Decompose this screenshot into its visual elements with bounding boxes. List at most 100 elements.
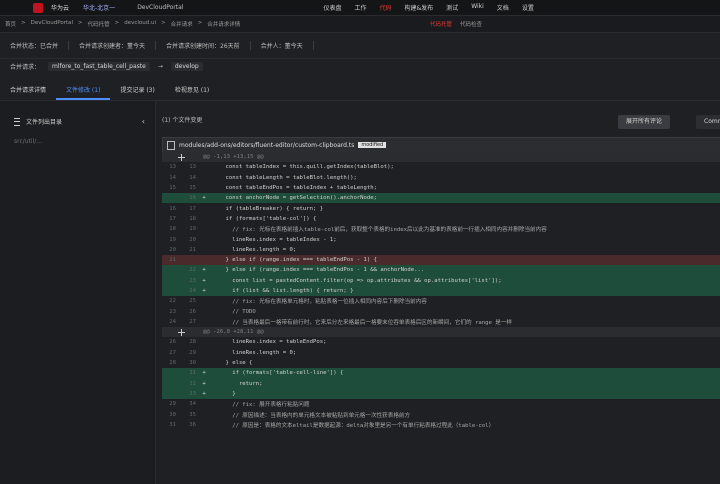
new-line-number: 27 [189,318,196,325]
diff-line[interactable]: 22 25 // fix: 光标在表格单元格时，粘贴表格一位插入相同内容后下删除当… [162,296,720,306]
nav-code[interactable]: 代码 [379,3,391,12]
diff-line[interactable]: 33 + } [162,388,720,400]
arrow-right-icon: → [157,63,163,70]
code-text: if (list && list.length) { return; } [212,288,354,294]
comment-button[interactable]: Comm [696,115,720,129]
nav-test[interactable]: 测试 [446,3,458,12]
code-text: const tableLength = tableBlot.length(); [212,174,357,181]
diff-line[interactable]: 27 29 lineRes.length = 0; [162,348,720,358]
diff-line[interactable]: 20 21 lineRes.length = 0; [162,245,720,255]
new-line-number: 18 [189,215,196,222]
breadcrumb-merge-requests[interactable]: 合并请求 [171,20,193,28]
old-line-number: 15 [169,185,176,192]
tab-review-comments[interactable]: 检视意见 (1) [165,82,219,100]
code-text: // fix: 展开表格行粘贴问题 [212,402,310,409]
code-text: const tableIndex = this.quill.getIndex(t… [212,164,394,171]
diff-line[interactable]: 23 26 // TODO [162,306,720,316]
new-line-number: 35 [189,411,196,418]
code-text: const anchorNode = getSelection().anchor… [212,195,378,202]
tab-code-hosting[interactable]: 代码托管 [430,20,452,28]
code-text: lineRes.index = tableEndPos; [212,339,327,346]
new-line-number: 22 [189,267,196,274]
diff-line[interactable]: 15 15 const tableEndPos = tableIndex + ta… [162,183,720,193]
old-line-number: 24 [169,318,176,325]
nav-dashboard[interactable]: 仪表盘 [323,3,341,12]
new-line-number: 16 [189,195,196,202]
diff-line[interactable]: 22 + } else if (range.index === tableEndP… [162,265,720,276]
nav-docs[interactable]: 文档 [497,3,509,12]
old-line-number: 26 [169,339,176,346]
file-path: modules/add-ons/editors/fluent-editor/cu… [179,141,355,149]
file-header[interactable]: modules/add-ons/editors/fluent-editor/cu… [162,137,720,153]
file-tree-item[interactable]: src/util/... [14,138,155,145]
diff-line[interactable]: 30 35 // 原因描述：当表格内的单元格文本被粘贴到单元格一次性获表格前方 [162,409,720,419]
tab-file-changes[interactable]: 文件修改 (1) [56,82,111,100]
nav-settings[interactable]: 设置 [522,3,534,12]
brand-name[interactable]: 华为云 [51,3,69,12]
region-selector[interactable]: 华北-北京一 [83,3,115,12]
old-line-number: 20 [169,246,176,253]
merge-created-time: 合并请求创建时间：26天前 [156,41,251,50]
target-branch[interactable]: develop [170,62,203,71]
tab-mr-details[interactable]: 合并请求详情 [0,82,56,100]
nav-build[interactable]: 构建&发布 [404,3,433,12]
old-line-number: 18 [169,226,176,233]
code-text: if (formats['table-cell-line']) { [212,370,344,377]
diff-line[interactable]: 28 30 } else { [162,358,720,368]
file-status-tag: modified [358,142,387,148]
tab-commits[interactable]: 提交记录 (3) [110,82,164,100]
huawei-logo-icon[interactable] [33,2,43,13]
top-nav-bar: 华为云 华北-北京一 DevCloudPortal 仪表盘 工作 代码 构建&发… [0,0,720,16]
expand-plus-icon[interactable] [178,328,185,336]
diff-line[interactable]: 13 13 const tableIndex = this.quill.getIn… [162,162,720,172]
diff-line[interactable]: 17 18 if (formats['table-col']) { [162,214,720,224]
expand-comments-button[interactable]: 展开所有评论 [618,115,671,129]
new-line-number: 32 [189,380,196,387]
diff-line[interactable]: 18 19 // fix: 光标在表格前插入table-col前后，获取整个表格的… [162,224,720,234]
breadcrumb-project[interactable]: DevCloudPortal [31,20,73,28]
nav-work[interactable]: 工作 [354,3,366,12]
source-branch[interactable]: mlfore_to_fast_table_cell_paste [48,62,150,71]
code-text: } else { [212,360,253,367]
new-line-number: 14 [189,174,196,181]
old-line-number: 16 [169,205,176,212]
diff-line[interactable]: 24 27 // 当表格最后一格带有前行时，它来后分左来格最后一格要末位吞单表格后… [162,317,720,327]
diff-line[interactable]: 16 + const anchorNode = getSelection().an… [162,193,720,204]
diff-line[interactable]: 14 14 const tableLength = tableBlot.lengt… [162,173,720,183]
file-icon [167,140,175,150]
diff-hunk-header[interactable]: @@ -1,13 +13,15 @@ [162,152,720,163]
diff-line[interactable]: 19 20 lineRes.index = tableIndex - 1; [162,234,720,244]
new-line-number: 31 [189,370,196,377]
diff-line[interactable]: 31 36 // 原因是：表格的文本eltail是数据起源：delta对象里是另一… [162,420,720,430]
diff-line[interactable]: 24 + if (list && list.length) { return; } [162,285,720,297]
diff-line[interactable]: 29 34 // fix: 展开表格行粘贴问题 [162,399,720,409]
diff-line[interactable]: 21 } else if (range.index === tableEndPo… [162,254,720,266]
old-line-number: 27 [169,349,176,356]
diff-line[interactable]: 23 + const list = pastedContent.filter(op… [162,275,720,286]
breadcrumb-home[interactable]: 首页 [5,20,16,28]
new-line-number: 19 [189,226,196,233]
tab-code-check[interactable]: 代码检查 [460,20,482,28]
nav-wiki[interactable]: Wiki [471,3,484,12]
merge-creator: 合并请求创建者：董今天 [69,41,157,50]
new-line-number: 26 [189,308,196,315]
hunk-text: @@ -26,8 +28,11 @@ [203,329,264,336]
breadcrumb-repo-hosting[interactable]: 代码托管 [88,20,110,28]
code-text: return; [212,380,263,387]
diff-line[interactable]: 26 28 lineRes.index = tableEndPos; [162,337,720,347]
collapse-chevron-icon[interactable]: ‹ [142,117,145,126]
new-line-number: 20 [189,236,196,243]
diff-marker: + [202,288,206,294]
new-line-number: 29 [189,349,196,356]
expand-plus-icon[interactable] [178,153,185,161]
project-selector[interactable]: DevCloudPortal [137,4,183,11]
old-line-number: 19 [169,236,176,243]
old-line-number: 30 [169,411,176,418]
breadcrumb-repo[interactable]: devcloud.ui [124,20,156,28]
diff-line[interactable]: 16 17 if (tableBreaker) { return; } [162,203,720,213]
new-line-number: 13 [189,164,196,171]
diff-hunk-header[interactable]: @@ -26,8 +28,11 @@ [162,327,720,338]
diff-line[interactable]: 31 + if (formats['table-cell-line']) { [162,368,720,379]
diff-line[interactable]: 32 + return; [162,378,720,389]
code-text: // 当表格最后一格带有前行时，它来后分左来格最后一格要末位吞单表格后区的新瞬间… [212,319,513,326]
